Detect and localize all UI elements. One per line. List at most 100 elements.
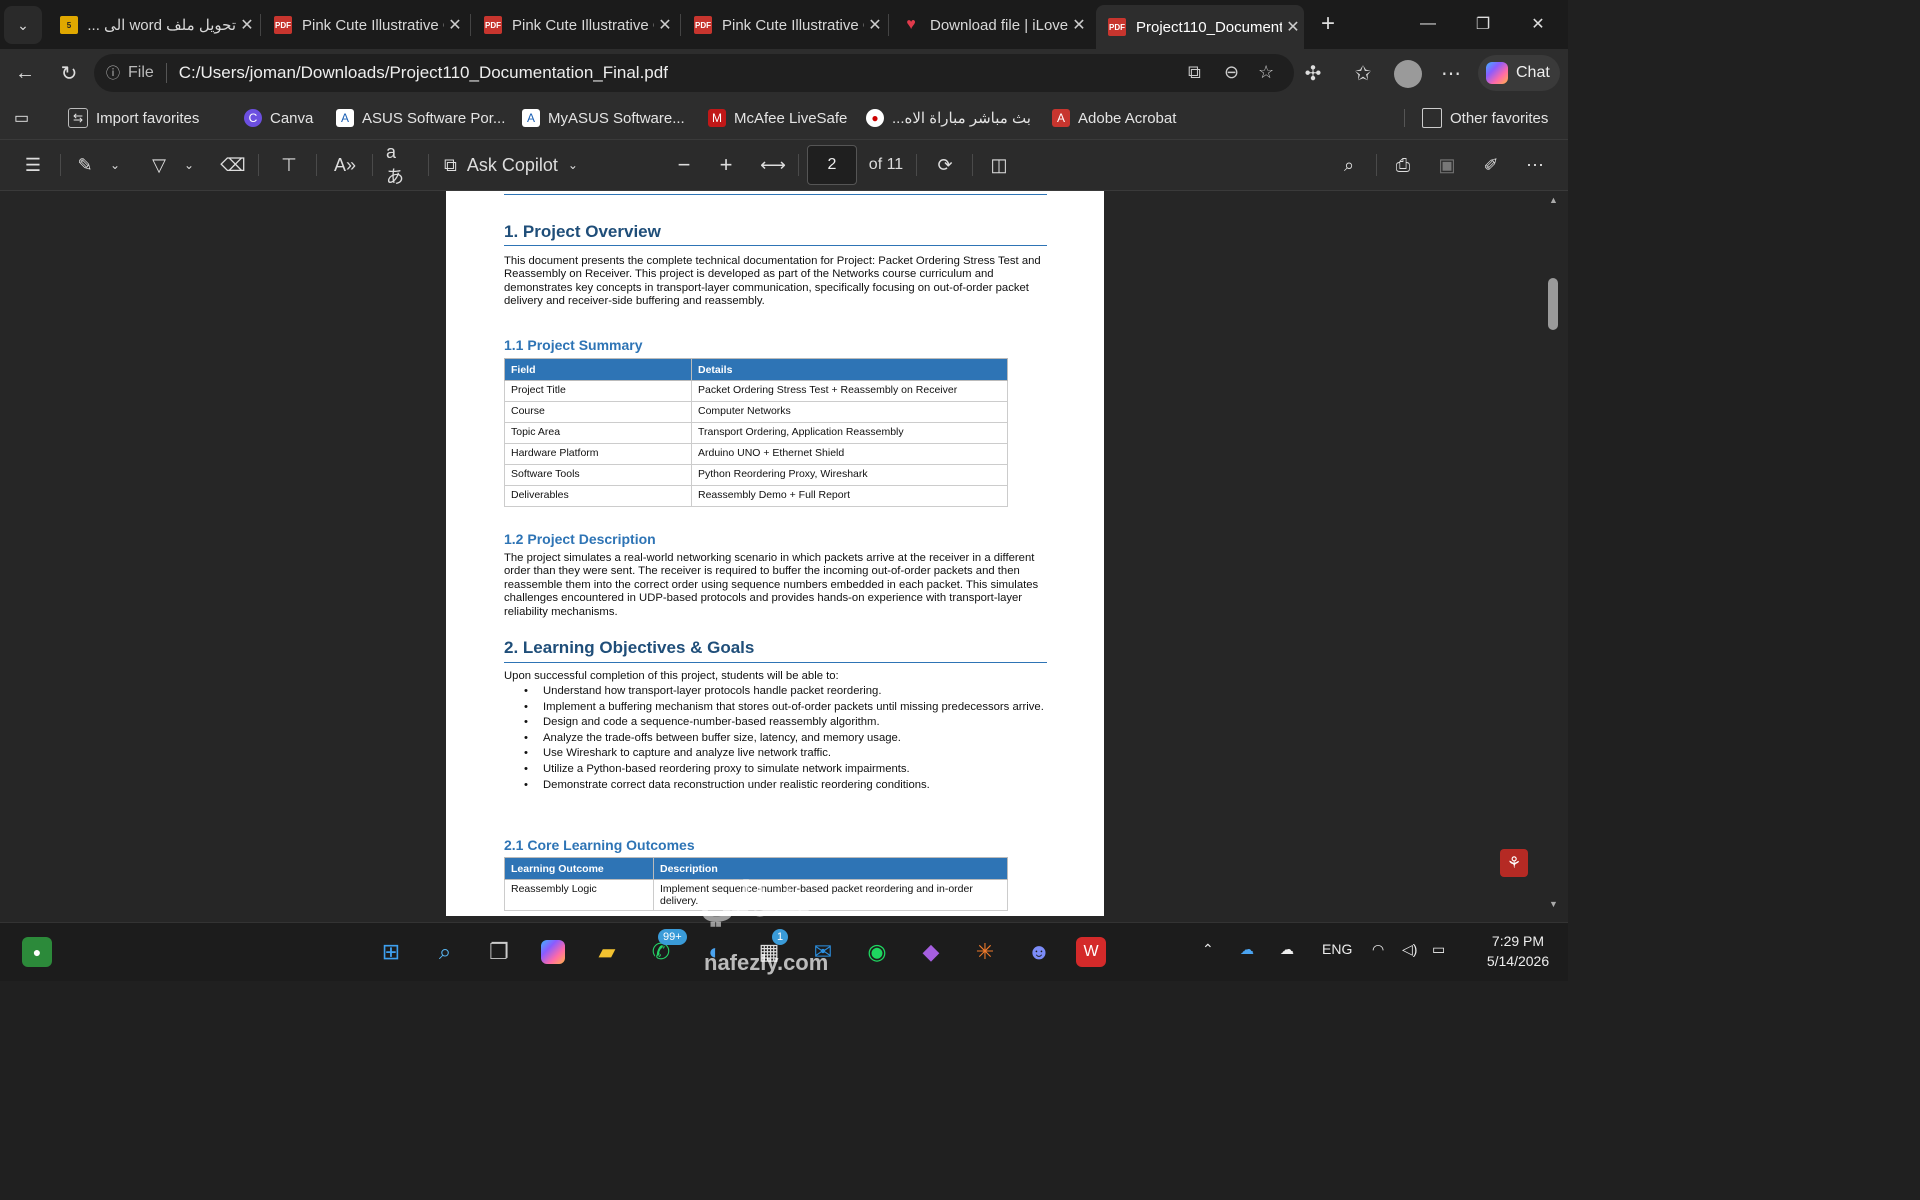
fav-other-favorites[interactable]: Other favorites [1422, 105, 1548, 131]
new-tab-button[interactable]: + [1308, 10, 1348, 38]
ask-copilot-button[interactable]: ⧉ Ask Copilot ⌄ [444, 152, 594, 178]
page-view-button[interactable]: ◫ [986, 152, 1012, 178]
draw-button[interactable]: ▽ [146, 152, 172, 178]
tab-title: Project110_Documentation_Final.pdf [1136, 18, 1282, 36]
tab-actions-menu-button[interactable]: ⌄ [4, 6, 42, 44]
translate-button[interactable]: aあ [386, 142, 412, 187]
fav-myasus-software[interactable]: A MyASUS Software... [522, 105, 685, 131]
clock[interactable]: 7:29 PM 5/14/2026 [1474, 931, 1562, 971]
onedrive-icon[interactable]: ☁ [1240, 941, 1254, 958]
visual-studio-icon[interactable]: ◆ [914, 935, 948, 969]
search-icon[interactable]: ⌕ [428, 935, 462, 969]
highlight-button[interactable]: ✎ [72, 152, 98, 178]
profile-avatar[interactable] [1394, 60, 1422, 88]
read-aloud-button[interactable]: A» [332, 152, 358, 178]
asus-icon: A [522, 109, 540, 127]
zoom-out-button[interactable]: − [672, 152, 696, 178]
claude-icon[interactable]: ✳ [968, 935, 1002, 969]
copilot-icon[interactable] [536, 935, 570, 969]
divider [60, 154, 61, 176]
more-options-button[interactable]: ⋯ [1522, 152, 1548, 178]
show-hidden-icons[interactable]: ⌃ [1202, 941, 1214, 958]
language-indicator[interactable]: ENG [1322, 941, 1352, 957]
spotify-icon[interactable]: ◉ [860, 935, 894, 969]
list-item: Utilize a Python-based reordering proxy … [504, 763, 1049, 776]
erase-button[interactable]: ⌫ [220, 152, 246, 178]
extensions-button[interactable]: ✣ [1298, 59, 1328, 87]
list-item: Demonstrate correct data reconstruction … [504, 779, 1049, 792]
watermark-url: nafezly.com [704, 950, 829, 975]
close-tab-icon[interactable]: ✕ [864, 15, 886, 35]
draw-options-button[interactable]: ⌄ [180, 152, 198, 178]
discord-icon[interactable]: ☻ [1022, 935, 1056, 969]
page-number-input[interactable]: 2 [807, 145, 857, 185]
tab-6-active[interactable]: PDF Project110_Documentation_Final.pdf ✕ [1096, 5, 1304, 49]
restore-icon: ❐ [1475, 16, 1491, 33]
fav-adobe-acrobat[interactable]: A Adobe Acrobat [1052, 105, 1176, 131]
zoom-in-button[interactable]: + [714, 152, 738, 178]
rotate-button[interactable]: ⟳ [932, 152, 958, 178]
file-explorer-icon[interactable]: ▰ [590, 935, 624, 969]
volume-icon[interactable]: ◁) [1402, 941, 1417, 958]
table-row: Topic Area Transport Ordering, Applicatio… [504, 422, 1008, 444]
site-info-label: File [128, 64, 154, 81]
favorite-star-icon[interactable]: ☆ [1258, 62, 1274, 83]
scrollbar-thumb[interactable] [1548, 278, 1558, 330]
more-menu-button[interactable]: ⋯ [1436, 59, 1466, 87]
copilot-icon [1486, 62, 1508, 84]
address-bar[interactable]: ⓘ File C:/Users/joman/Downloads/Project1… [94, 54, 1294, 92]
tab-3[interactable]: PDF Pink Cute Illustrative Concept Map ✕ [472, 5, 676, 45]
wifi-icon[interactable]: ◠ [1372, 941, 1384, 958]
wps-office-icon[interactable]: W [1076, 937, 1106, 967]
search-button[interactable]: ⌕ [1336, 152, 1362, 178]
tab-2[interactable]: PDF Pink Cute Illustrative Concept Map ✕ [262, 5, 466, 45]
minimize-button[interactable]: — [1408, 10, 1448, 38]
zoom-icon[interactable]: ⊖ [1224, 62, 1239, 83]
contents-button[interactable]: ☰ [20, 152, 46, 178]
close-tab-icon[interactable]: ✕ [236, 15, 258, 35]
table-row: Software Tools Python Reordering Proxy, W… [504, 464, 1008, 486]
fav-live-match[interactable]: ● بث مباشر مباراة الاه... [866, 105, 1031, 131]
info-icon[interactable]: ⓘ [106, 63, 120, 83]
task-view-icon[interactable]: ❐ [482, 935, 516, 969]
url-text[interactable]: C:/Users/joman/Downloads/Project110_Docu… [179, 63, 668, 83]
tab-1[interactable]: 5 تحويل ملف word الى ... ✕ [48, 5, 258, 45]
copilot-page-icon[interactable]: ⧉ [1188, 62, 1201, 83]
copilot-chat-button[interactable]: Chat [1478, 55, 1560, 91]
back-button[interactable]: ← [10, 59, 40, 87]
favorites-bar-toggle[interactable]: ▭ [14, 105, 29, 131]
tab-5[interactable]: ♥ Download file | iLovePDF ✕ [890, 5, 1090, 45]
close-tab-icon[interactable]: ✕ [1068, 15, 1090, 35]
fav-mcafee-livesafe[interactable]: M McAfee LiveSafe [708, 105, 847, 131]
sync-error-icon[interactable]: ☁ [1280, 941, 1294, 958]
tab-title: Pink Cute Illustrative Concept Map [512, 16, 654, 34]
scroll-up-icon[interactable]: ▲ [1549, 195, 1558, 205]
fav-asus-software-portal[interactable]: A ASUS Software Por... [336, 105, 505, 131]
add-text-button[interactable]: ⊤ [276, 152, 302, 178]
battery-icon[interactable]: ▭ [1432, 941, 1445, 958]
fav-import-favorites[interactable]: ⇆ Import favorites [68, 105, 199, 131]
fit-to-width-button[interactable]: ⟷ [760, 152, 786, 178]
tab-4[interactable]: PDF Pink Cute Illustrative Concept Map ✕ [682, 5, 886, 45]
print-button[interactable]: ⎙ [1390, 152, 1416, 178]
acrobat-icon[interactable]: ⚘ [1500, 849, 1528, 877]
highlight-options-button[interactable]: ⌄ [106, 152, 124, 178]
fav-canva[interactable]: C Canva [244, 105, 313, 131]
table-of-contents-icon: ☰ [24, 154, 42, 175]
scroll-down-icon[interactable]: ▼ [1549, 899, 1558, 909]
save-button[interactable]: ▣ [1434, 152, 1460, 178]
refresh-button[interactable]: ↻ [54, 59, 84, 87]
close-window-button[interactable]: ✕ [1518, 10, 1558, 38]
restore-button[interactable]: ❐ [1463, 10, 1503, 38]
close-tab-icon[interactable]: ✕ [654, 15, 676, 35]
close-tab-icon[interactable]: ✕ [444, 15, 466, 35]
save-as-button[interactable]: ✐ [1478, 152, 1504, 178]
widgets-icon[interactable]: ● [22, 937, 52, 967]
favorites-button[interactable]: ✩ [1348, 59, 1378, 87]
list-item: Analyze the trade-offs between buffer si… [504, 732, 1049, 745]
close-tab-icon[interactable]: ✕ [1282, 17, 1304, 37]
pdf-icon: PDF [274, 16, 292, 34]
start-icon[interactable]: ⊞ [374, 935, 408, 969]
pdf-viewer[interactable]: 1. Project Overview This document presen… [0, 191, 1568, 922]
table-cell: Arduino UNO + Ethernet Shield [691, 443, 1008, 465]
